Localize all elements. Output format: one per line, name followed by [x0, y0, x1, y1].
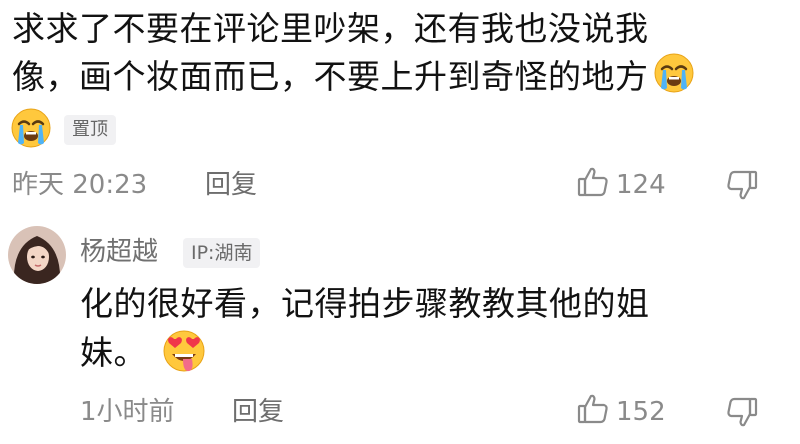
comment-reply-button[interactable]: 回复: [205, 165, 257, 205]
reply-like-button[interactable]: 152: [576, 392, 666, 432]
heart-eyes-tongue-face-icon: [161, 328, 207, 387]
comment-dislike-button[interactable]: [725, 168, 759, 206]
pinned-row: 置顶: [10, 107, 116, 153]
reply-text: 化的很好看，记得拍步骤教教其他的姐 妹。: [80, 280, 780, 387]
comment-timestamp: 昨天 20:23: [12, 170, 148, 200]
comment-line-2: 像，画个妆面而已，不要上升到奇怪的地方: [12, 52, 792, 106]
reply-dislike-button[interactable]: [725, 395, 759, 433]
crying-face-icon: [653, 52, 695, 106]
comment-like-button[interactable]: 124: [576, 165, 666, 205]
reply-timestamp: 1小时前: [80, 397, 175, 427]
pinned-badge: 置顶: [64, 115, 116, 145]
thumbs-down-icon: [725, 397, 759, 433]
ip-location-badge: IP:湖南: [183, 238, 261, 268]
reply-like-count: 152: [616, 397, 666, 427]
reply-line-1: 化的很好看，记得拍步骤教教其他的姐: [80, 284, 650, 323]
thumbs-up-icon: [576, 165, 616, 206]
comment-line-2-text: 像，画个妆面而已，不要上升到奇怪的地方: [12, 57, 649, 96]
thumbs-up-icon: [576, 392, 616, 433]
reply-reply-button[interactable]: 回复: [232, 392, 284, 432]
reply-line-2-text: 妹。: [80, 333, 147, 372]
avatar[interactable]: [8, 226, 66, 284]
comment-text: 求求了不要在评论里吵架，还有我也没说我 像，画个妆面而已，不要上升到奇怪的地方: [12, 6, 792, 106]
reply-line-2: 妹。: [80, 328, 780, 387]
thumbs-down-icon: [725, 170, 759, 206]
comment-line-1: 求求了不要在评论里吵架，还有我也没说我: [12, 9, 649, 48]
comment-like-count: 124: [616, 170, 666, 200]
reply-username[interactable]: 杨超越: [80, 234, 158, 270]
crying-face-icon: [10, 107, 52, 153]
